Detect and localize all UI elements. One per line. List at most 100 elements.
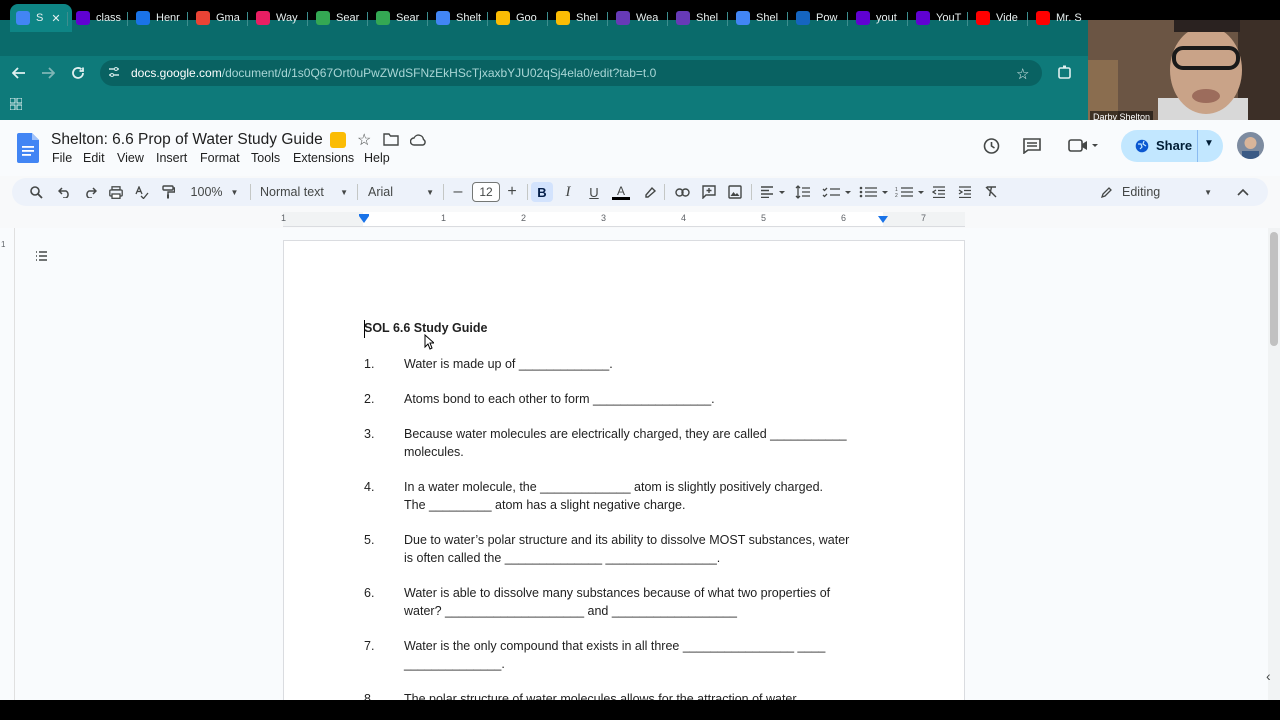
close-tab-icon[interactable]: ✕ [51,12,60,25]
version-history-icon[interactable] [982,137,1000,155]
browser-tab[interactable]: Henr [130,4,188,32]
list-item-number: 3. [364,427,375,441]
zoom-select[interactable]: 100% ▼ [187,182,242,202]
checklist-icon[interactable] [821,182,853,202]
bulleted-list-icon[interactable] [858,182,890,202]
forward-icon[interactable] [37,62,59,84]
search-menus-icon[interactable] [27,182,45,202]
browser-tab[interactable]: Wea [610,4,668,32]
scrollbar-thumb[interactable] [1270,232,1278,346]
list-item-number: 7. [364,639,375,653]
browser-tab[interactable]: Mr. S [1030,4,1088,32]
meet-icon[interactable] [1068,138,1098,154]
docs-logo-icon[interactable] [17,133,39,163]
move-folder-icon[interactable] [383,133,399,146]
toolbar-divider [357,184,358,200]
left-indent-marker[interactable] [359,216,369,223]
browser-tab[interactable]: YouT [910,4,968,32]
menu-tools[interactable]: Tools [251,151,280,165]
clear-formatting-icon[interactable] [982,182,1000,202]
browser-tab[interactable]: Gma [190,4,248,32]
ruler-number: 7 [921,213,927,223]
undo-icon[interactable] [55,182,73,202]
menu-help[interactable]: Help [364,151,390,165]
browser-tab[interactable]: Sear [370,4,428,32]
italic-icon[interactable]: I [559,182,577,202]
font-select[interactable]: Arial ▼ [368,182,434,202]
browser-tab[interactable]: yout [850,4,908,32]
bold-icon[interactable]: B [531,182,553,202]
browser-tab[interactable]: Shelt [430,4,488,32]
browser-tab[interactable]: S ✕ [10,4,72,32]
menu-insert[interactable]: Insert [156,151,187,165]
site-info-icon[interactable] [108,66,120,78]
right-indent-marker[interactable] [878,216,888,223]
list-item-text[interactable]: Atoms bond to each other to form _______… [404,391,715,409]
extensions-icon[interactable] [1057,64,1073,80]
numbered-list-icon[interactable]: 12 [894,182,926,202]
highlight-icon[interactable] [641,182,659,202]
browser-tab-label: Way [276,12,298,24]
first-line-indent-marker[interactable] [359,214,369,216]
browser-tab[interactable]: Goo [490,4,548,32]
paint-format-icon[interactable] [159,182,177,202]
list-item-text[interactable]: Water is able to dissolve many substance… [404,585,830,603]
list-item-text[interactable]: is often called the ______________ _____… [404,550,720,568]
document-title[interactable]: Shelton: 6.6 Prop of Water Study Guide [51,131,323,149]
align-icon[interactable] [759,182,787,202]
list-item-text[interactable]: In a water molecule, the _____________ a… [404,479,823,497]
text-color-icon[interactable]: A [611,182,631,202]
browser-tab[interactable]: class [70,4,128,32]
explore-side-panel-icon[interactable]: ‹ [1266,668,1271,684]
star-icon[interactable]: ☆ [357,130,371,150]
menu-format[interactable]: Format [200,151,240,165]
browser-tab[interactable]: Shel [670,4,728,32]
font-size-input[interactable]: 12 [472,182,500,202]
menu-file[interactable]: File [52,151,72,165]
share-dropdown-icon[interactable]: ▼ [1204,138,1214,149]
underline-icon[interactable]: U [585,182,603,202]
browser-tab[interactable]: Vide [970,4,1028,32]
list-item-text[interactable]: Water is made up of _____________. [404,356,613,374]
list-item-text[interactable]: ______________. [404,656,505,674]
drive-icon [376,11,390,25]
slides-badge-icon[interactable] [330,132,346,148]
print-icon[interactable] [107,182,125,202]
decrease-font-size-icon[interactable]: – [451,182,465,202]
list-item-text[interactable]: molecules. [404,444,464,462]
document-outline-icon[interactable] [33,248,51,266]
apps-grid-icon[interactable] [10,98,22,110]
increase-font-size-icon[interactable]: + [505,182,519,202]
comments-icon[interactable] [1023,138,1041,154]
browser-tab[interactable]: Shel [730,4,788,32]
insert-comment-icon[interactable] [700,182,718,202]
browser-tab[interactable]: Sear [310,4,368,32]
reload-icon[interactable] [67,62,89,84]
insert-link-icon[interactable] [673,182,691,202]
increase-indent-icon[interactable] [956,182,974,202]
menu-extensions[interactable]: Extensions [293,151,354,165]
list-item-text[interactable]: Due to water’s polar structure and its a… [404,532,849,550]
style-select[interactable]: Normal text ▼ [260,182,348,202]
list-item-text[interactable]: water? ____________________ and ________… [404,603,737,621]
line-spacing-icon[interactable] [794,182,812,202]
back-icon[interactable] [8,62,30,84]
redo-icon[interactable] [81,182,99,202]
browser-tab[interactable]: Shel [550,4,608,32]
editing-mode-select[interactable]: Editing ▼ [1100,182,1212,202]
insert-image-icon[interactable] [726,182,744,202]
account-avatar[interactable] [1237,132,1264,159]
tab-separator [67,12,68,26]
decrease-indent-icon[interactable] [930,182,948,202]
list-item-text[interactable]: Because water molecules are electrically… [404,426,847,444]
browser-tab[interactable]: Way [250,4,308,32]
list-item-text[interactable]: The _________ atom has a slight negative… [404,497,685,515]
menu-edit[interactable]: Edit [83,151,105,165]
browser-tab[interactable]: Pow [790,4,848,32]
tab-separator [607,12,608,26]
bookmark-star-icon[interactable]: ☆ [1016,65,1029,83]
spellcheck-icon[interactable] [133,182,151,202]
list-item-text[interactable]: Water is the only compound that exists i… [404,638,825,656]
menu-view[interactable]: View [117,151,144,165]
hide-menus-icon[interactable] [1235,182,1251,202]
